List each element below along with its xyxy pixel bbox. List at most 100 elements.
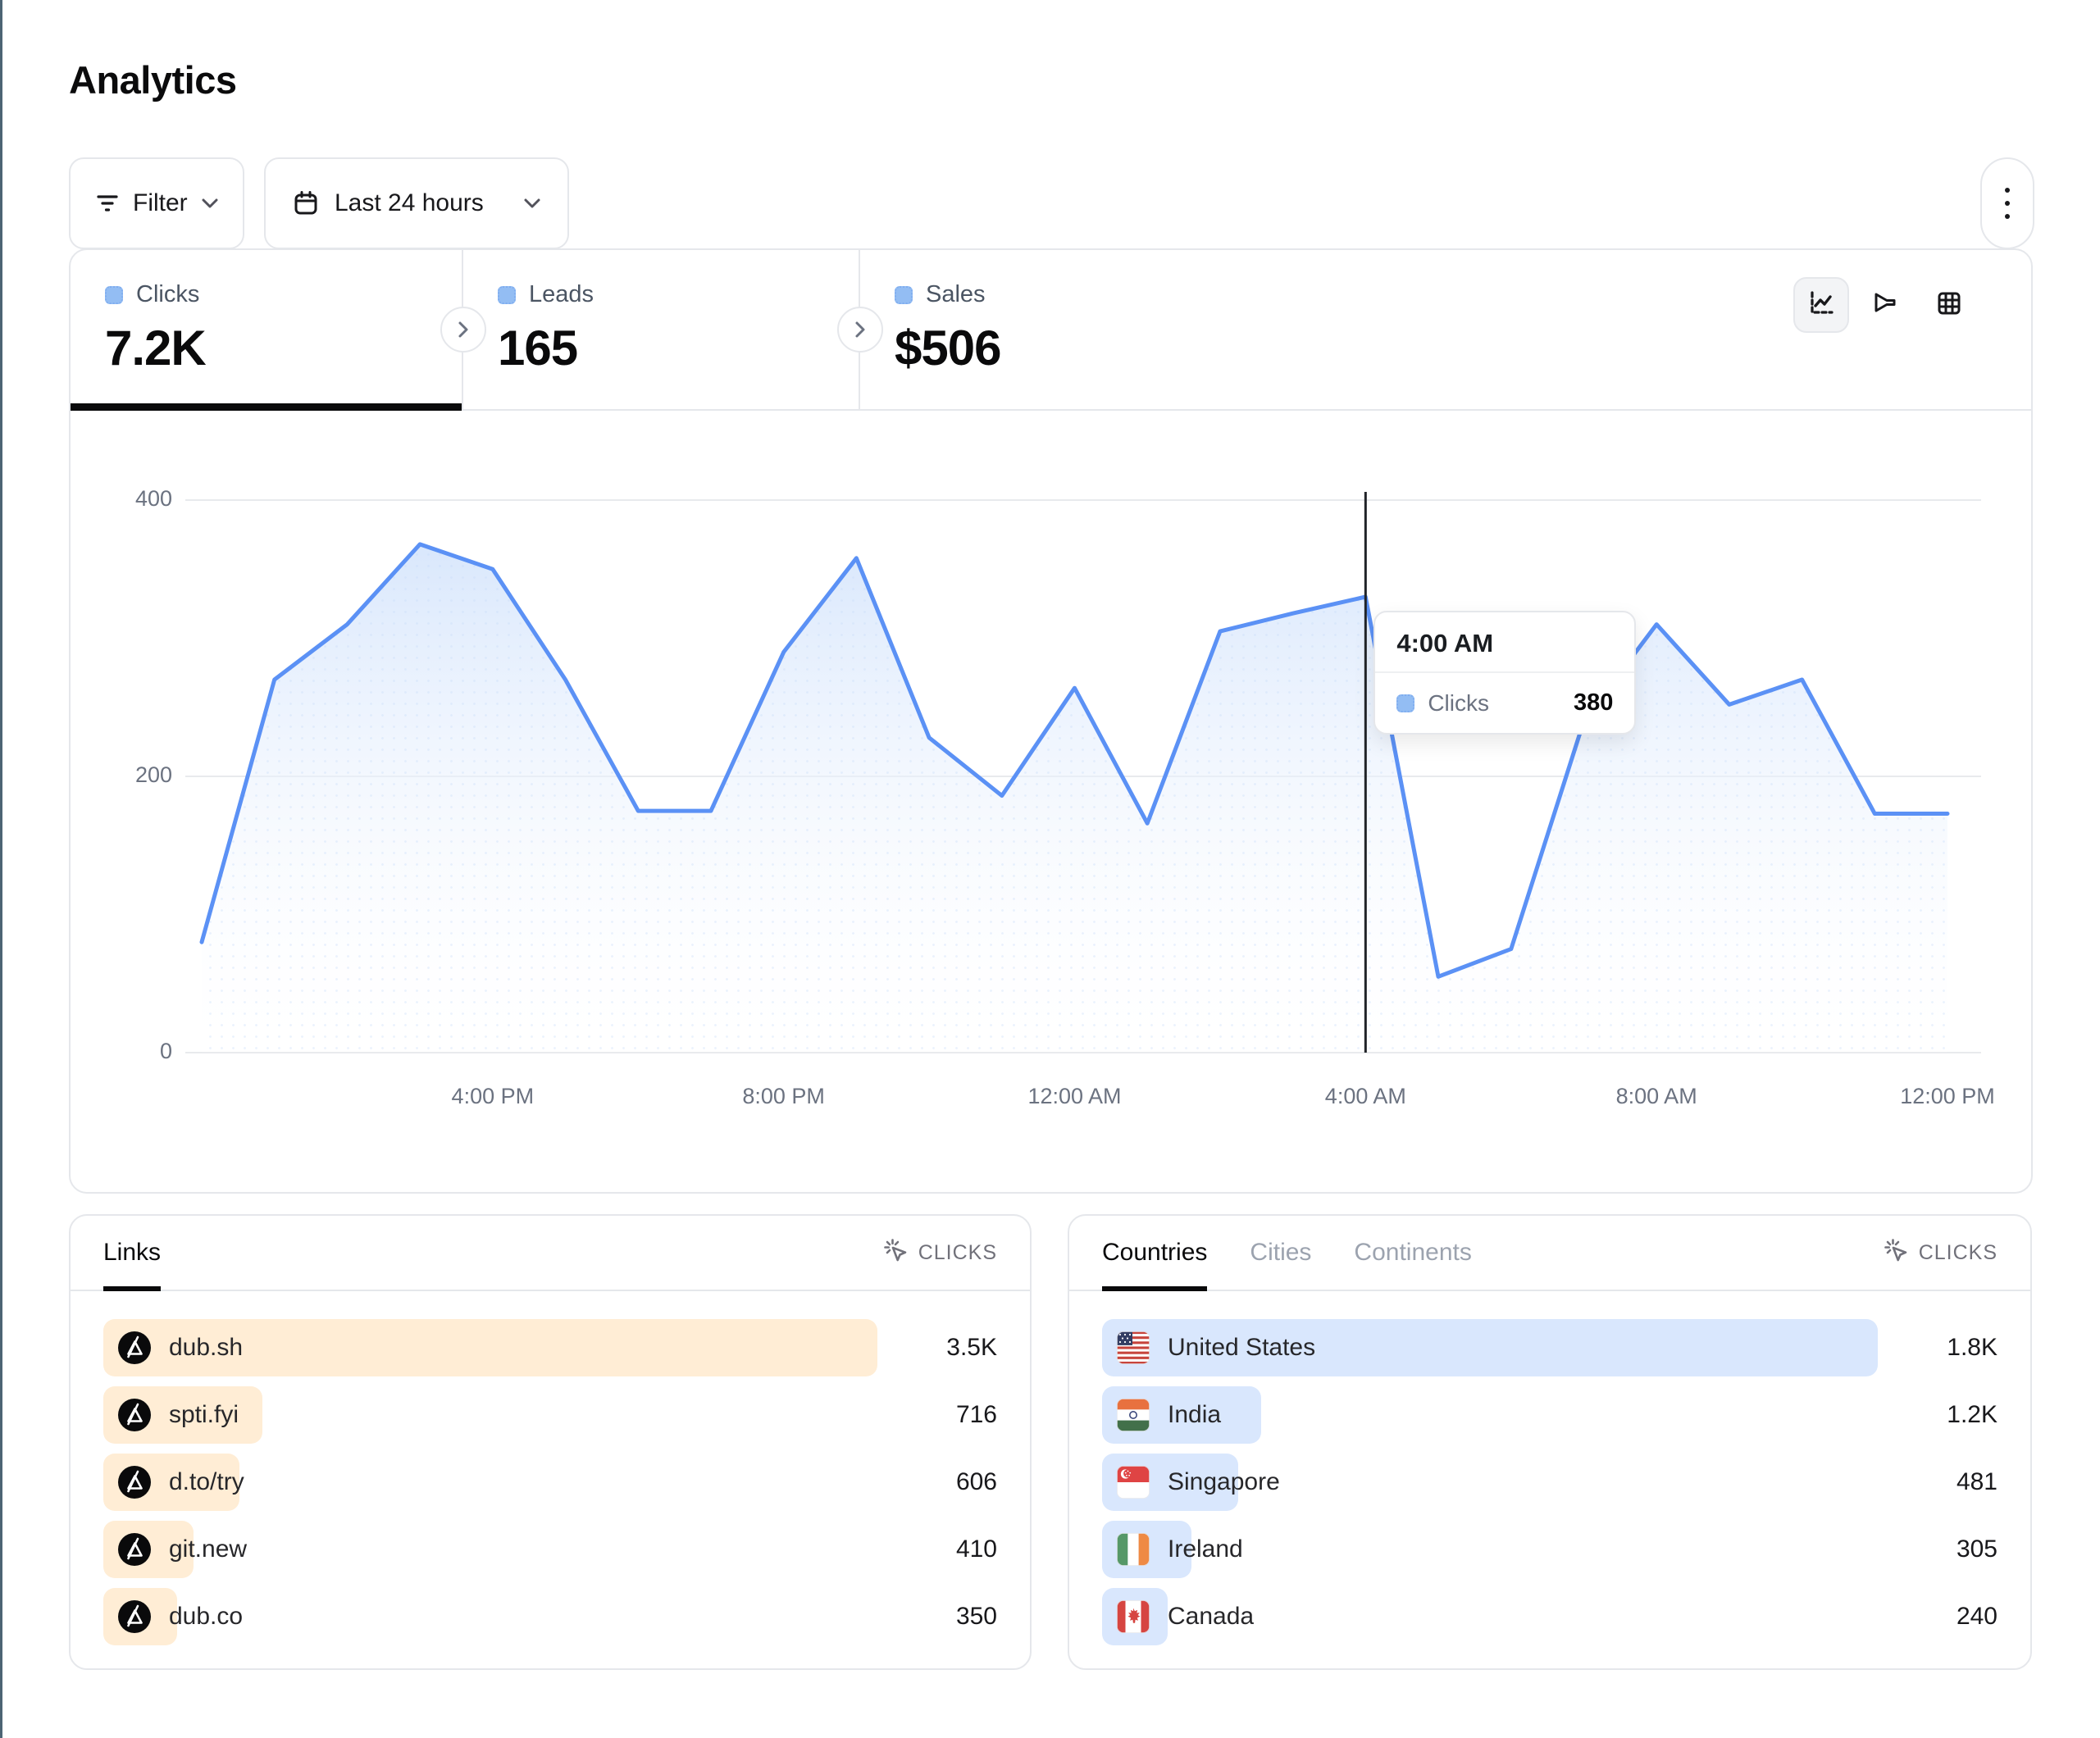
links-list: dub.sh3.5K spti.fyi716 d.to/try 606 git.new 4… (71, 1291, 1030, 1645)
y-axis-tick-label: 400 (71, 486, 172, 512)
area-chart-canvas (71, 461, 2034, 1117)
funnel-view-button[interactable] (1857, 277, 1913, 333)
left-edge-divider (0, 0, 2, 1738)
stat-value: 7.2K (105, 320, 462, 376)
dub-logo-favicon-icon (118, 1533, 151, 1566)
analytics-chart-card: Clicks 7.2K Leads 165 Sales $506 (69, 248, 2033, 1194)
cursor-click-icon (1883, 1237, 1909, 1269)
row-bar-track: Ireland (1102, 1521, 1878, 1578)
x-axis-tick-label: 8:00 PM (702, 1084, 866, 1109)
flag-icon-sg (1117, 1466, 1150, 1499)
tooltip-series-swatch-icon (1396, 694, 1414, 712)
row-bar-track: dub.sh (103, 1319, 877, 1376)
x-axis-tick-label: 8:00 AM (1574, 1084, 1738, 1109)
row-bar-track: United States (1102, 1319, 1878, 1376)
row-label: d.to/try (169, 1468, 244, 1496)
stat-label: Clicks (136, 281, 199, 308)
tab-links[interactable]: Links (103, 1216, 161, 1290)
country-row[interactable]: Canada 240 (1102, 1588, 1998, 1645)
row-bar-track: dub.co (103, 1588, 877, 1645)
row-label: dub.sh (169, 1334, 243, 1362)
tab-continents[interactable]: Continents (1354, 1216, 1471, 1290)
dub-logo-favicon-icon (118, 1399, 151, 1431)
filter-lines-icon (95, 193, 120, 214)
row-clicks-value: 1.8K (1901, 1334, 1998, 1362)
more-menu-button[interactable] (1980, 157, 2034, 249)
x-axis-tick-label: 12:00 AM (993, 1084, 1157, 1109)
countries-list: United States 1.8K India 1.2K Singapore 481 Ir… (1069, 1291, 2030, 1645)
row-bar-track: Singapore (1102, 1454, 1878, 1511)
clicks-time-series-chart[interactable]: 0 200 400 4:00 PM 8:00 PM 12:00 AM 4:00 AM 8:0… (71, 461, 2034, 1195)
flag-icon-ie (1117, 1533, 1150, 1566)
line-chart-view-button[interactable] (1793, 277, 1849, 333)
row-clicks-value: 481 (1901, 1468, 1998, 1496)
row-bar-track: India (1102, 1386, 1878, 1444)
country-row[interactable]: Ireland 305 (1102, 1521, 1998, 1578)
row-clicks-value: 606 (900, 1468, 997, 1496)
stat-card-leads[interactable]: Leads 165 (463, 250, 860, 409)
kebab-menu-icon (2005, 188, 2010, 219)
tooltip-time: 4:00 AM (1375, 612, 1634, 673)
table-view-button[interactable] (1921, 277, 1977, 333)
dub-logo-favicon-icon (118, 1600, 151, 1633)
funnel-icon (1870, 288, 1901, 323)
page-title: Analytics (69, 57, 236, 102)
row-clicks-value: 305 (1901, 1536, 1998, 1563)
calendar-icon (292, 189, 320, 217)
links-metric-selector[interactable]: CLICKS (882, 1237, 997, 1269)
link-row[interactable]: d.to/try 606 (103, 1454, 997, 1511)
stat-label: Sales (926, 281, 986, 308)
clicks-swatch-icon (105, 286, 123, 304)
y-axis-tick-label: 0 (71, 1039, 172, 1064)
x-axis-tick-label: 4:00 PM (411, 1084, 575, 1109)
country-row[interactable]: United States 1.8K (1102, 1319, 1998, 1376)
stat-value: 165 (498, 320, 859, 376)
row-label: Canada (1168, 1603, 1254, 1631)
stat-card-clicks[interactable]: Clicks 7.2K (71, 250, 463, 409)
links-panel: Links CLICKS dub.sh3.5K spti.fyi716 d.to/t… (69, 1214, 1032, 1670)
link-row[interactable]: spti.fyi716 (103, 1386, 997, 1444)
filter-button[interactable]: Filter (69, 157, 244, 249)
row-label: Singapore (1168, 1468, 1280, 1496)
row-clicks-value: 240 (1901, 1603, 1998, 1631)
stat-next-chevron-button[interactable] (440, 307, 486, 353)
row-label: dub.co (169, 1603, 243, 1631)
flag-icon-us (1117, 1331, 1150, 1364)
tooltip-value: 380 (1574, 689, 1613, 717)
dub-logo-favicon-icon (118, 1466, 151, 1499)
y-axis-tick-label: 200 (71, 762, 172, 788)
chevron-down-icon (523, 198, 541, 209)
tooltip-series-label: Clicks (1428, 690, 1560, 717)
row-label: United States (1168, 1334, 1315, 1362)
countries-metric-selector[interactable]: CLICKS (1883, 1237, 1998, 1269)
x-axis-tick-label: 12:00 PM (1865, 1084, 2029, 1109)
filter-button-label: Filter (133, 189, 188, 217)
row-bar-track: Canada (1102, 1588, 1878, 1645)
row-clicks-value: 716 (900, 1401, 997, 1429)
row-bar-track: d.to/try (103, 1454, 877, 1511)
stat-tabs-row: Clicks 7.2K Leads 165 Sales $506 (71, 250, 2031, 411)
chart-tooltip: 4:00 AM Clicks 380 (1373, 611, 1636, 735)
row-clicks-value: 1.2K (1901, 1401, 1998, 1429)
row-clicks-value: 410 (900, 1536, 997, 1563)
date-range-label: Last 24 hours (335, 189, 484, 217)
row-clicks-value: 350 (900, 1603, 997, 1631)
countries-panel: Countries Cities Continents CLICKS Unite… (1068, 1214, 2032, 1670)
table-grid-icon (1934, 288, 1965, 323)
link-row[interactable]: git.new 410 (103, 1521, 997, 1578)
link-row[interactable]: dub.co 350 (103, 1588, 997, 1645)
chart-view-switcher (1793, 277, 1977, 333)
link-row[interactable]: dub.sh3.5K (103, 1319, 997, 1376)
flag-icon-ca (1117, 1600, 1150, 1633)
chevron-down-icon (201, 198, 219, 209)
tab-cities[interactable]: Cities (1250, 1216, 1311, 1290)
line-chart-icon (1806, 288, 1837, 323)
countries-metric-label: CLICKS (1919, 1241, 1998, 1265)
country-row[interactable]: Singapore 481 (1102, 1454, 1998, 1511)
date-range-button[interactable]: Last 24 hours (264, 157, 569, 249)
links-metric-label: CLICKS (918, 1241, 997, 1265)
stat-next-chevron-button[interactable] (837, 307, 883, 353)
tab-countries[interactable]: Countries (1102, 1216, 1207, 1290)
country-row[interactable]: India 1.2K (1102, 1386, 1998, 1444)
row-bar-track: git.new (103, 1521, 877, 1578)
